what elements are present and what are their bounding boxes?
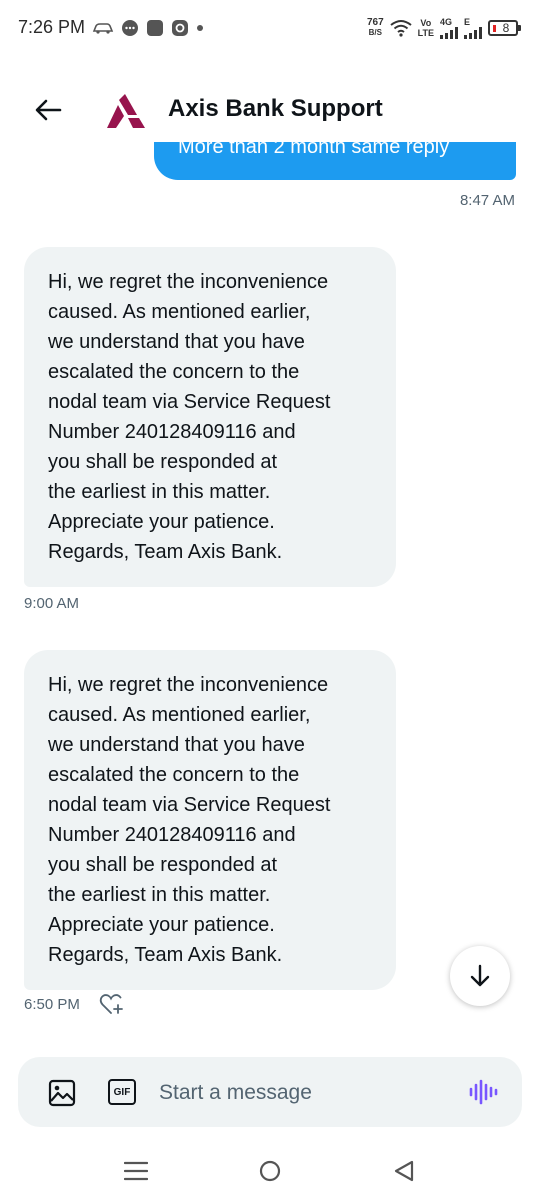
message-line: Regards, Team Axis Bank. (48, 541, 283, 563)
image-icon[interactable] (48, 1079, 76, 1107)
page-title: Axis Bank Support (168, 95, 383, 122)
message-input[interactable]: Start a message (159, 1081, 312, 1105)
conversation-header: Axis Bank Support (0, 80, 540, 142)
axis-bank-logo[interactable] (106, 93, 146, 129)
message-line: you shall be responded at (48, 854, 278, 876)
message-timestamp: 9:00 AM (24, 595, 80, 612)
status-time: 7:26 PM (18, 17, 86, 37)
voice-message-icon[interactable] (468, 1077, 498, 1107)
message-line: caused. As mentioned earlier, (48, 704, 311, 726)
message-line: nodal team via Service Request (48, 794, 331, 816)
message-line: we understand that you have (48, 734, 305, 756)
message-line: escalated the concern to the (48, 361, 300, 383)
home-icon[interactable] (259, 1160, 281, 1182)
message-line: escalated the concern to the (48, 764, 300, 786)
gif-button[interactable]: GIF (108, 1079, 136, 1105)
battery-icon: 8 (488, 20, 521, 36)
scroll-to-bottom-button[interactable] (450, 946, 510, 1006)
message-line: Hi, we regret the inconvenience (48, 271, 329, 293)
app-notification-icon (147, 20, 163, 36)
signal-e: E (464, 17, 482, 39)
more-notifications-dot-icon (197, 25, 203, 31)
message-line: nodal team via Service Request (48, 391, 331, 413)
car-icon (92, 23, 114, 34)
back-arrow-icon[interactable] (32, 94, 64, 126)
message-line: you shall be responded at (48, 451, 278, 473)
net-speed: 767 B/S (366, 17, 384, 38)
message-timestamp: 8:47 AM (459, 192, 515, 209)
signal-strength-icon (464, 27, 482, 39)
message-line: the earliest in this matter. (48, 884, 271, 906)
message-timestamp: 6:50 PM (24, 996, 80, 1013)
message-line: caused. As mentioned earlier, (48, 301, 311, 323)
chat-notification-icon (122, 20, 138, 36)
wifi-icon (390, 20, 412, 37)
message-line: Appreciate your patience. (48, 511, 275, 533)
message-composer: GIF Start a message (18, 1057, 522, 1127)
received-message-bubble[interactable]: Hi, we regret the inconvenience caused. … (24, 650, 396, 990)
message-line: Number 240128409116 and (48, 824, 296, 846)
instagram-icon (172, 20, 188, 36)
volte-indicator: Vo LTE (417, 18, 434, 38)
received-message-bubble[interactable]: Hi, we regret the inconvenience caused. … (24, 247, 396, 587)
signal-4g: 4G (440, 17, 458, 39)
message-line: we understand that you have (48, 331, 305, 353)
message-line: the earliest in this matter. (48, 481, 271, 503)
message-line: Hi, we regret the inconvenience (48, 674, 329, 696)
gif-label: GIF (113, 1086, 131, 1098)
recent-apps-icon[interactable] (124, 1160, 148, 1182)
system-back-icon[interactable] (393, 1159, 415, 1183)
message-line: Appreciate your patience. (48, 914, 275, 936)
signal-strength-icon (440, 27, 458, 39)
system-navigation-bar (0, 1140, 540, 1200)
status-bar: 7:26 PM 767 B/S Vo LTE 4G E 8 (0, 0, 540, 58)
message-line: Number 240128409116 and (48, 421, 296, 443)
arrow-down-icon (470, 964, 490, 987)
add-reaction-heart-icon[interactable] (99, 992, 125, 1016)
message-line: Regards, Team Axis Bank. (48, 944, 283, 966)
